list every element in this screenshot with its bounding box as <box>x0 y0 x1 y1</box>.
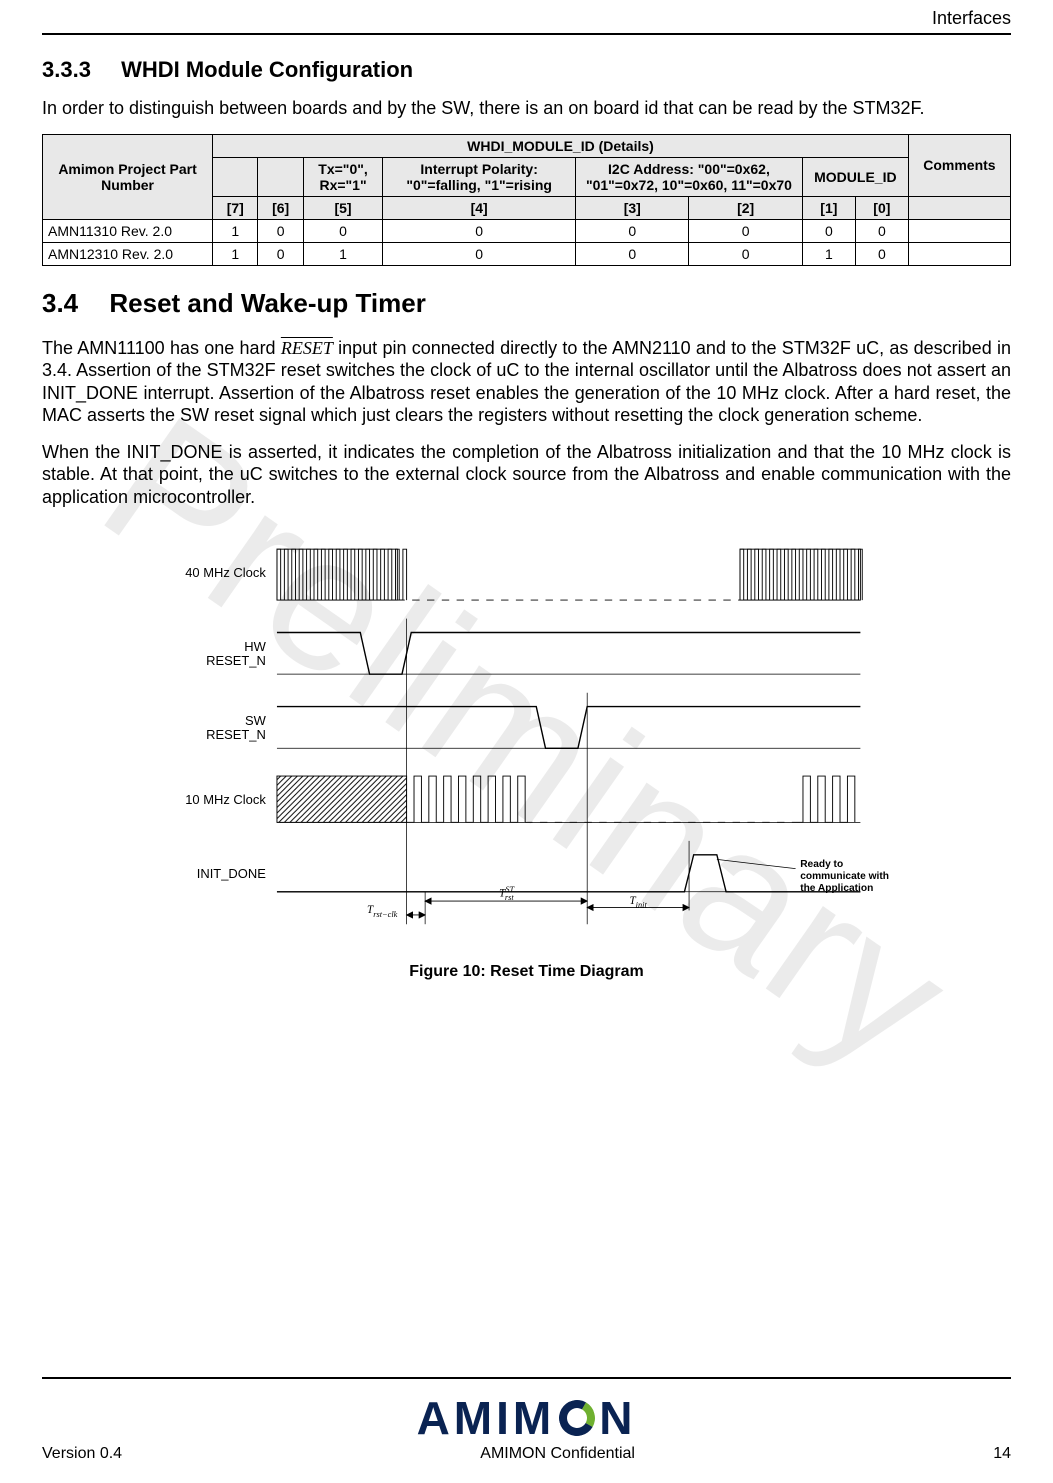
bit-6: [6] <box>258 196 303 219</box>
reset-signal: RESET <box>281 338 333 358</box>
hwrst-wave <box>276 633 859 675</box>
timing-diagram-svg: 40 MHz Clock HW RESET_N SW RESET_N 10 MH… <box>147 526 907 952</box>
cell <box>908 219 1010 242</box>
logo-right: N <box>599 1391 636 1445</box>
footer-version: Version 0.4 <box>42 1445 122 1463</box>
cell: 0 <box>576 242 689 265</box>
col-group-header: WHDI_MODULE_ID (Details) <box>213 134 909 157</box>
reset-time-diagram: 40 MHz Clock HW RESET_N SW RESET_N 10 MH… <box>42 526 1011 981</box>
heading-34: 3.4 Reset and Wake-up Timer <box>42 288 1011 319</box>
col-comments: Comments <box>908 134 1010 196</box>
cell: 0 <box>258 242 303 265</box>
cell: 1 <box>802 242 855 265</box>
cell: 0 <box>689 242 802 265</box>
hdr-modid: MODULE_ID <box>802 157 908 196</box>
footer-confidential: AMIMON Confidential <box>122 1445 993 1463</box>
cell: 0 <box>383 219 576 242</box>
ready-text-3: the Application <box>800 883 873 894</box>
s34-p1a: The AMN11100 has one hard <box>42 338 281 358</box>
table-row: AMN11310 Rev. 2.0 1 0 0 0 0 0 0 0 <box>43 219 1011 242</box>
cell: 1 <box>303 242 382 265</box>
table-row: AMN12310 Rev. 2.0 1 0 1 0 0 0 1 0 <box>43 242 1011 265</box>
label-swrst-1: SW <box>244 713 266 728</box>
cell: 0 <box>855 219 908 242</box>
s34-p1: The AMN11100 has one hard RESET input pi… <box>42 337 1011 427</box>
logo-left: AMIM <box>417 1391 556 1445</box>
ready-text-2: communicate with <box>800 871 889 882</box>
page-header: Interfaces <box>42 0 1011 35</box>
cell: 0 <box>689 219 802 242</box>
col-part-number: Amimon Project Part Number <box>43 134 213 219</box>
pn-0: AMN11310 Rev. 2.0 <box>43 219 213 242</box>
heading-34-num: 3.4 <box>42 288 78 319</box>
heading-333-title: WHDI Module Configuration <box>121 57 413 82</box>
initdone-wave <box>276 855 859 892</box>
cell: 1 <box>213 242 258 265</box>
label-hwrst-2: RESET_N <box>206 653 266 668</box>
bit-3: [3] <box>576 196 689 219</box>
cell <box>908 242 1010 265</box>
swrst-wave <box>276 707 859 749</box>
hdr-i2c: I2C Address: "00"=0x62, "01"=0x72, 10"=0… <box>576 157 803 196</box>
hdr-txrx: Tx="0", Rx="1" <box>303 157 382 196</box>
cell: 0 <box>802 219 855 242</box>
bit-7: [7] <box>213 196 258 219</box>
table-row: Amimon Project Part Number WHDI_MODULE_I… <box>43 134 1011 157</box>
clk10-unknown <box>276 776 406 822</box>
label-hwrst-1: HW <box>244 639 266 654</box>
label-clk10: 10 MHz Clock <box>185 792 266 807</box>
page-footer: AMIM N Version 0.4 AMIMON Confidential 1… <box>42 1177 1011 1463</box>
cell: 0 <box>258 219 303 242</box>
heading-333: 3.3.3 WHDI Module Configuration <box>42 57 1011 83</box>
clk10-wave <box>406 776 854 822</box>
cell: 0 <box>576 219 689 242</box>
hdr-blank1 <box>213 157 258 196</box>
cell: 0 <box>855 242 908 265</box>
footer-logo: AMIM N <box>42 1391 1011 1445</box>
s34-p2: When the INIT_DONE is asserted, it indic… <box>42 441 1011 509</box>
pn-1: AMN12310 Rev. 2.0 <box>43 242 213 265</box>
logo-ring-icon <box>555 1396 599 1440</box>
cell: 0 <box>383 242 576 265</box>
label-swrst-2: RESET_N <box>206 727 266 742</box>
footer-page: 14 <box>993 1445 1011 1463</box>
figure-caption: Figure 10: Reset Time Diagram <box>42 963 1011 981</box>
module-id-table: Amimon Project Part Number WHDI_MODULE_I… <box>42 134 1011 266</box>
trstclk-text: Trst−clk <box>367 904 398 919</box>
cell: 0 <box>303 219 382 242</box>
bit-5: [5] <box>303 196 382 219</box>
comments-blank <box>908 196 1010 219</box>
hdr-intpol: Interrupt Polarity: "0"=falling, "1"=ris… <box>383 157 576 196</box>
hdr-blank2 <box>258 157 303 196</box>
bit-4: [4] <box>383 196 576 219</box>
label-clk40: 40 MHz Clock <box>185 565 266 580</box>
bit-1: [1] <box>802 196 855 219</box>
heading-333-num: 3.3.3 <box>42 57 91 83</box>
s333-intro: In order to distinguish between boards a… <box>42 97 1011 120</box>
bit-2: [2] <box>689 196 802 219</box>
trstST-text: TSTrst <box>499 885 515 902</box>
clk40-wave <box>276 549 861 600</box>
label-initdone: INIT_DONE <box>196 866 265 881</box>
bit-0: [0] <box>855 196 908 219</box>
heading-34-title: Reset and Wake-up Timer <box>109 288 425 318</box>
ready-leader <box>716 859 795 868</box>
cell: 1 <box>213 219 258 242</box>
ready-text-1: Ready to <box>800 859 843 870</box>
header-section: Interfaces <box>932 8 1011 28</box>
